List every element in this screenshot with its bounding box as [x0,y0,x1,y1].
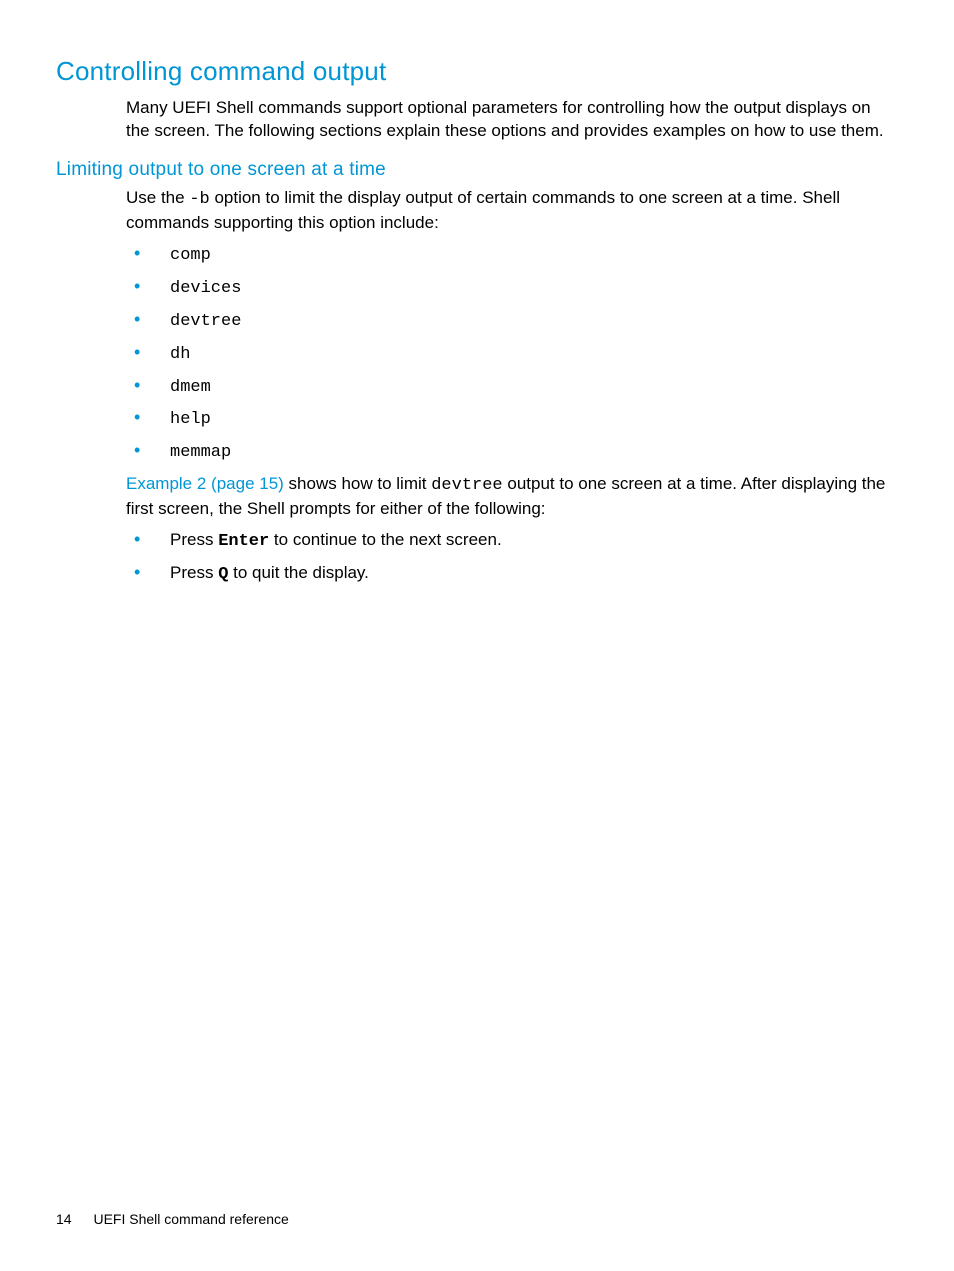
text-fragment: Press [170,563,218,582]
page-footer: 14 UEFI Shell command reference [56,1211,289,1227]
list-item: help [126,407,898,432]
list-item: memmap [126,440,898,465]
actions-list: Press Enter to continue to the next scre… [126,529,898,587]
page-content: Controlling command output Many UEFI She… [56,56,898,587]
command-list: comp devices devtree dh dmem help memmap [126,243,898,466]
heading-limiting-output: Limiting output to one screen at a time [56,159,898,181]
command-name: memmap [170,443,231,462]
list-item: dh [126,342,898,367]
text-fragment: to continue to the next screen. [269,530,501,549]
list-item: Press Q to quit the display. [126,562,898,587]
text-fragment: option to limit the display output of ce… [126,188,840,232]
list-item: devices [126,276,898,301]
text-fragment: to quit the display. [228,563,369,582]
option-flag: -b [189,190,209,209]
list-item: devtree [126,309,898,334]
command-name: devtree [170,312,241,331]
key-q: Q [218,565,228,584]
list-item: dmem [126,375,898,400]
list-item: Press Enter to continue to the next scre… [126,529,898,554]
command-name: devices [170,279,241,298]
heading-controlling-command-output: Controlling command output [56,56,898,87]
example-cross-reference-link[interactable]: Example 2 (page 15) [126,474,284,493]
intro-paragraph: Many UEFI Shell commands support optiona… [126,97,898,143]
command-name: comp [170,246,211,265]
page-number: 14 [56,1211,72,1227]
command-name: dh [170,345,190,364]
text-fragment: Use the [126,188,189,207]
example-paragraph: Example 2 (page 15) shows how to limit d… [126,473,898,521]
list-item: comp [126,243,898,268]
limiting-paragraph: Use the -b option to limit the display o… [126,187,898,235]
command-name: devtree [431,476,502,495]
command-name: help [170,410,211,429]
key-enter: Enter [218,532,269,551]
text-fragment: Press [170,530,218,549]
text-fragment: shows how to limit [284,474,431,493]
command-name: dmem [170,378,211,397]
footer-title: UEFI Shell command reference [93,1211,288,1227]
